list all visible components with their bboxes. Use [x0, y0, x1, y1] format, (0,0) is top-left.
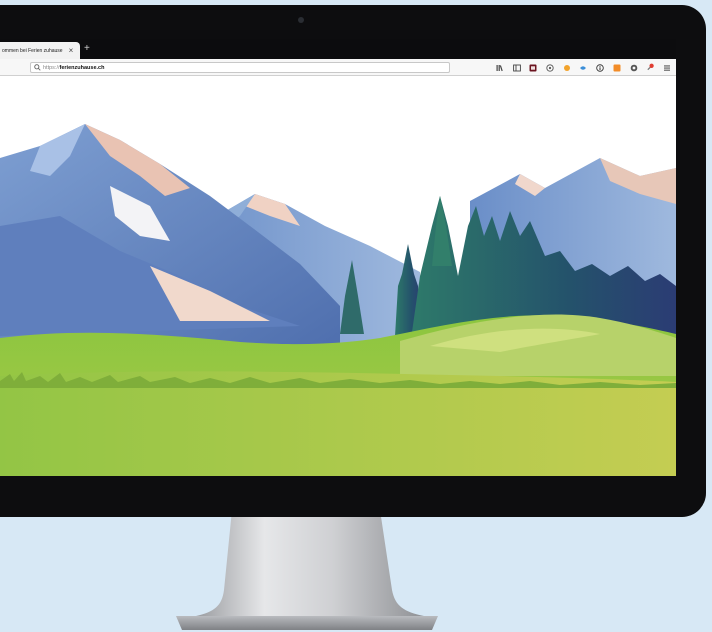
tab-bar: ommen bei Ferien zuhause × +	[0, 39, 676, 59]
record-icon[interactable]	[630, 64, 638, 72]
library-icon[interactable]	[496, 64, 504, 72]
browser-window: ommen bei Ferien zuhause × + https://fer…	[0, 39, 676, 476]
sidebar-icon[interactable]	[512, 64, 521, 72]
notification-icon[interactable]	[646, 63, 654, 72]
url-host: ferienzuhause.ch	[59, 64, 105, 71]
page-content	[0, 76, 676, 476]
extension-icon[interactable]	[546, 63, 554, 72]
addon-orange-icon[interactable]	[563, 64, 571, 72]
pocket-icon[interactable]	[529, 64, 537, 72]
address-bar[interactable]: https://ferienzuhause.ch	[30, 62, 450, 73]
info-icon[interactable]	[596, 63, 604, 72]
menu-icon[interactable]	[663, 64, 671, 72]
addon-blue-icon[interactable]	[579, 64, 587, 72]
url-text: https://ferienzuhause.ch	[43, 65, 104, 71]
tab-close-icon[interactable]: ×	[66, 46, 76, 55]
toolbar-icons	[496, 63, 671, 72]
monitor-bezel: ommen bei Ferien zuhause × + https://fer…	[0, 5, 706, 517]
url-protocol: https://	[43, 64, 60, 71]
landscape-illustration	[0, 124, 676, 476]
addon-square-icon[interactable]	[613, 64, 621, 72]
navigation-toolbar: https://ferienzuhause.ch	[0, 59, 676, 76]
search-icon	[31, 64, 43, 71]
webcam-icon	[298, 17, 304, 23]
new-tab-button[interactable]: +	[84, 44, 90, 54]
browser-tab[interactable]: ommen bei Ferien zuhause ×	[0, 42, 80, 59]
tab-title: ommen bei Ferien zuhause	[2, 47, 63, 54]
